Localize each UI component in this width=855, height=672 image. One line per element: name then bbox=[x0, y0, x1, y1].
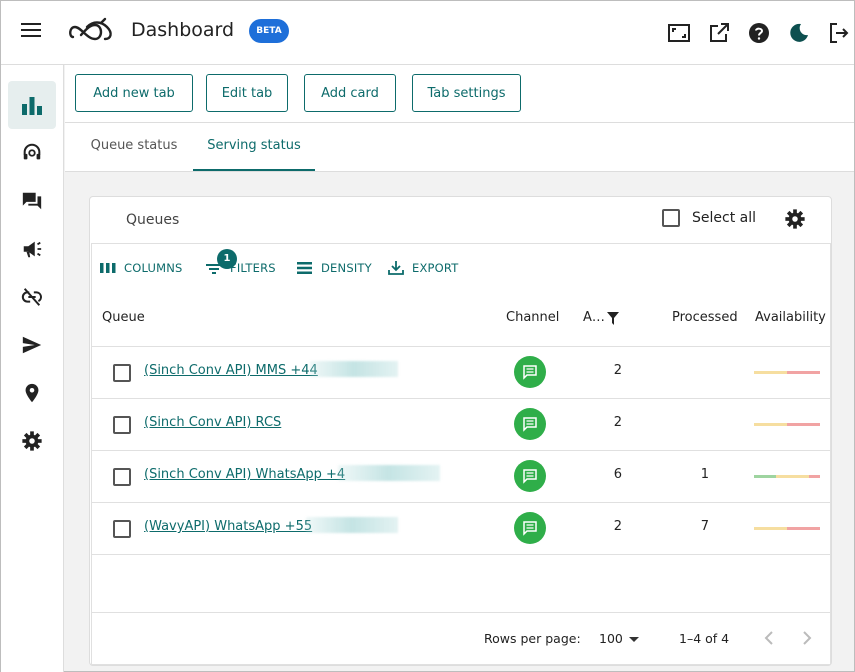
chat-bubble-icon bbox=[514, 512, 546, 544]
logo bbox=[69, 17, 112, 41]
card-title: Queues bbox=[126, 212, 180, 228]
export-label: EXPORT bbox=[412, 261, 459, 275]
tab-bar: Queue status Serving status bbox=[65, 123, 854, 172]
columns-icon bbox=[100, 263, 116, 273]
sidebar-item-conversations[interactable] bbox=[8, 177, 56, 225]
row-divider bbox=[92, 554, 830, 555]
sidebar-item-agents[interactable] bbox=[8, 129, 56, 177]
sidebar bbox=[1, 65, 64, 672]
grid-footer: Rows per page: 100 1–4 of 4 bbox=[92, 612, 830, 664]
columns-label: COLUMNS bbox=[124, 261, 183, 275]
row-checkbox[interactable] bbox=[113, 416, 131, 434]
filter-count-badge: 1 bbox=[217, 249, 237, 269]
processed-value: 1 bbox=[700, 467, 709, 482]
select-all-control[interactable]: Select all bbox=[662, 209, 756, 227]
rows-per-page-select[interactable]: 100 bbox=[599, 631, 623, 646]
redacted-text bbox=[338, 465, 440, 481]
sidebar-item-integrations[interactable] bbox=[8, 273, 56, 321]
filters-button[interactable]: FILTERS bbox=[206, 261, 276, 275]
column-header-availability[interactable]: Availability bbox=[755, 310, 826, 325]
dashboard-toolbar: Add new tab Edit tab Add card Tab settin… bbox=[65, 65, 854, 123]
queue-link[interactable]: (Sinch Conv API) WhatsApp +4 bbox=[144, 467, 345, 482]
queue-link[interactable]: (Sinch Conv API) MMS +44 bbox=[144, 363, 318, 378]
filters-label: FILTERS bbox=[230, 261, 276, 275]
add-new-tab-button[interactable]: Add new tab bbox=[75, 74, 193, 112]
sidebar-item-campaigns[interactable] bbox=[8, 225, 56, 273]
density-icon bbox=[297, 262, 312, 274]
chat-bubble-icon bbox=[514, 460, 546, 492]
queue-link[interactable]: (Sinch Conv API) RCS bbox=[144, 415, 281, 430]
campaign-icon bbox=[23, 241, 42, 258]
sidebar-item-settings[interactable] bbox=[8, 417, 56, 465]
sidebar-item-locations[interactable] bbox=[8, 369, 56, 417]
availability-bar bbox=[754, 371, 820, 374]
grid-toolbar: COLUMNS FILTERS 1 DENSITY EXPORT bbox=[92, 244, 830, 294]
column-header-a[interactable]: A… bbox=[583, 310, 605, 325]
sidebar-item-send[interactable] bbox=[8, 321, 56, 369]
logout-icon[interactable] bbox=[827, 21, 851, 45]
column-header-queue[interactable]: Queue bbox=[102, 310, 145, 325]
top-bar: Dashboard BETA bbox=[1, 1, 854, 65]
sidebar-item-dashboard[interactable] bbox=[8, 81, 56, 129]
link-off-icon bbox=[21, 288, 43, 306]
fullscreen-icon[interactable] bbox=[667, 21, 691, 45]
availability-bar bbox=[754, 527, 820, 530]
tab-settings-button[interactable]: Tab settings bbox=[412, 74, 521, 112]
chat-bubble-icon bbox=[514, 408, 546, 440]
row-checkbox[interactable] bbox=[113, 468, 131, 486]
export-button[interactable]: EXPORT bbox=[388, 261, 459, 275]
select-all-checkbox[interactable] bbox=[662, 209, 680, 227]
row-checkbox[interactable] bbox=[113, 364, 131, 382]
availability-bar bbox=[754, 475, 820, 478]
queue-link[interactable]: (WavyAPI) WhatsApp +55 bbox=[144, 519, 312, 534]
edit-tab-button[interactable]: Edit tab bbox=[206, 74, 288, 112]
queues-grid: COLUMNS FILTERS 1 DENSITY EXPORT Queue C… bbox=[91, 243, 831, 665]
row-checkbox[interactable] bbox=[113, 520, 131, 538]
location-icon bbox=[25, 383, 39, 403]
column-header-processed[interactable]: Processed bbox=[672, 310, 738, 325]
settings-icon bbox=[22, 431, 42, 451]
beta-badge: BETA bbox=[249, 19, 289, 43]
table-row: (Sinch Conv API) WhatsApp +4 6 1 bbox=[92, 450, 830, 502]
density-button[interactable]: DENSITY bbox=[297, 261, 372, 275]
tab-serving-status[interactable]: Serving status bbox=[193, 123, 315, 171]
availability-bar bbox=[754, 423, 820, 426]
help-icon[interactable] bbox=[747, 21, 771, 45]
app-title: Dashboard bbox=[131, 19, 235, 41]
table-row: (WavyAPI) WhatsApp +55 2 7 bbox=[92, 502, 830, 554]
tab-queue-status[interactable]: Queue status bbox=[79, 123, 189, 171]
previous-page-icon[interactable] bbox=[763, 630, 775, 646]
queues-card: Queues Select all COLUMNS FILTERS 1 DENS… bbox=[89, 196, 832, 666]
bar-chart-icon bbox=[22, 97, 42, 115]
redacted-text bbox=[310, 361, 398, 377]
dark-mode-icon[interactable] bbox=[787, 21, 811, 45]
open-external-icon[interactable] bbox=[707, 21, 731, 45]
menu-icon[interactable] bbox=[21, 23, 41, 41]
chat-icon bbox=[22, 192, 42, 210]
next-page-icon[interactable] bbox=[801, 630, 813, 646]
download-icon bbox=[388, 261, 404, 275]
table-row: (Sinch Conv API) RCS 2 bbox=[92, 398, 830, 450]
processed-value: 7 bbox=[700, 519, 709, 534]
rows-per-page-label: Rows per page: bbox=[484, 631, 581, 646]
add-card-button[interactable]: Add card bbox=[304, 74, 396, 112]
a-value: 2 bbox=[613, 519, 622, 534]
redacted-text bbox=[306, 517, 398, 533]
a-value: 2 bbox=[613, 363, 622, 378]
select-all-label: Select all bbox=[692, 210, 756, 226]
density-label: DENSITY bbox=[321, 261, 372, 275]
column-header-channel[interactable]: Channel bbox=[506, 310, 559, 325]
filter-active-icon[interactable] bbox=[607, 312, 619, 325]
send-icon bbox=[22, 336, 42, 354]
columns-button[interactable]: COLUMNS bbox=[100, 261, 183, 275]
a-value: 2 bbox=[613, 415, 622, 430]
headset-icon bbox=[23, 143, 41, 160]
table-row: (Sinch Conv API) MMS +44 2 bbox=[92, 346, 830, 398]
chat-bubble-icon bbox=[514, 356, 546, 388]
caret-down-icon[interactable] bbox=[629, 637, 639, 642]
a-value: 6 bbox=[613, 467, 622, 482]
pagination-range: 1–4 of 4 bbox=[679, 631, 730, 646]
card-settings-icon[interactable] bbox=[784, 208, 806, 230]
